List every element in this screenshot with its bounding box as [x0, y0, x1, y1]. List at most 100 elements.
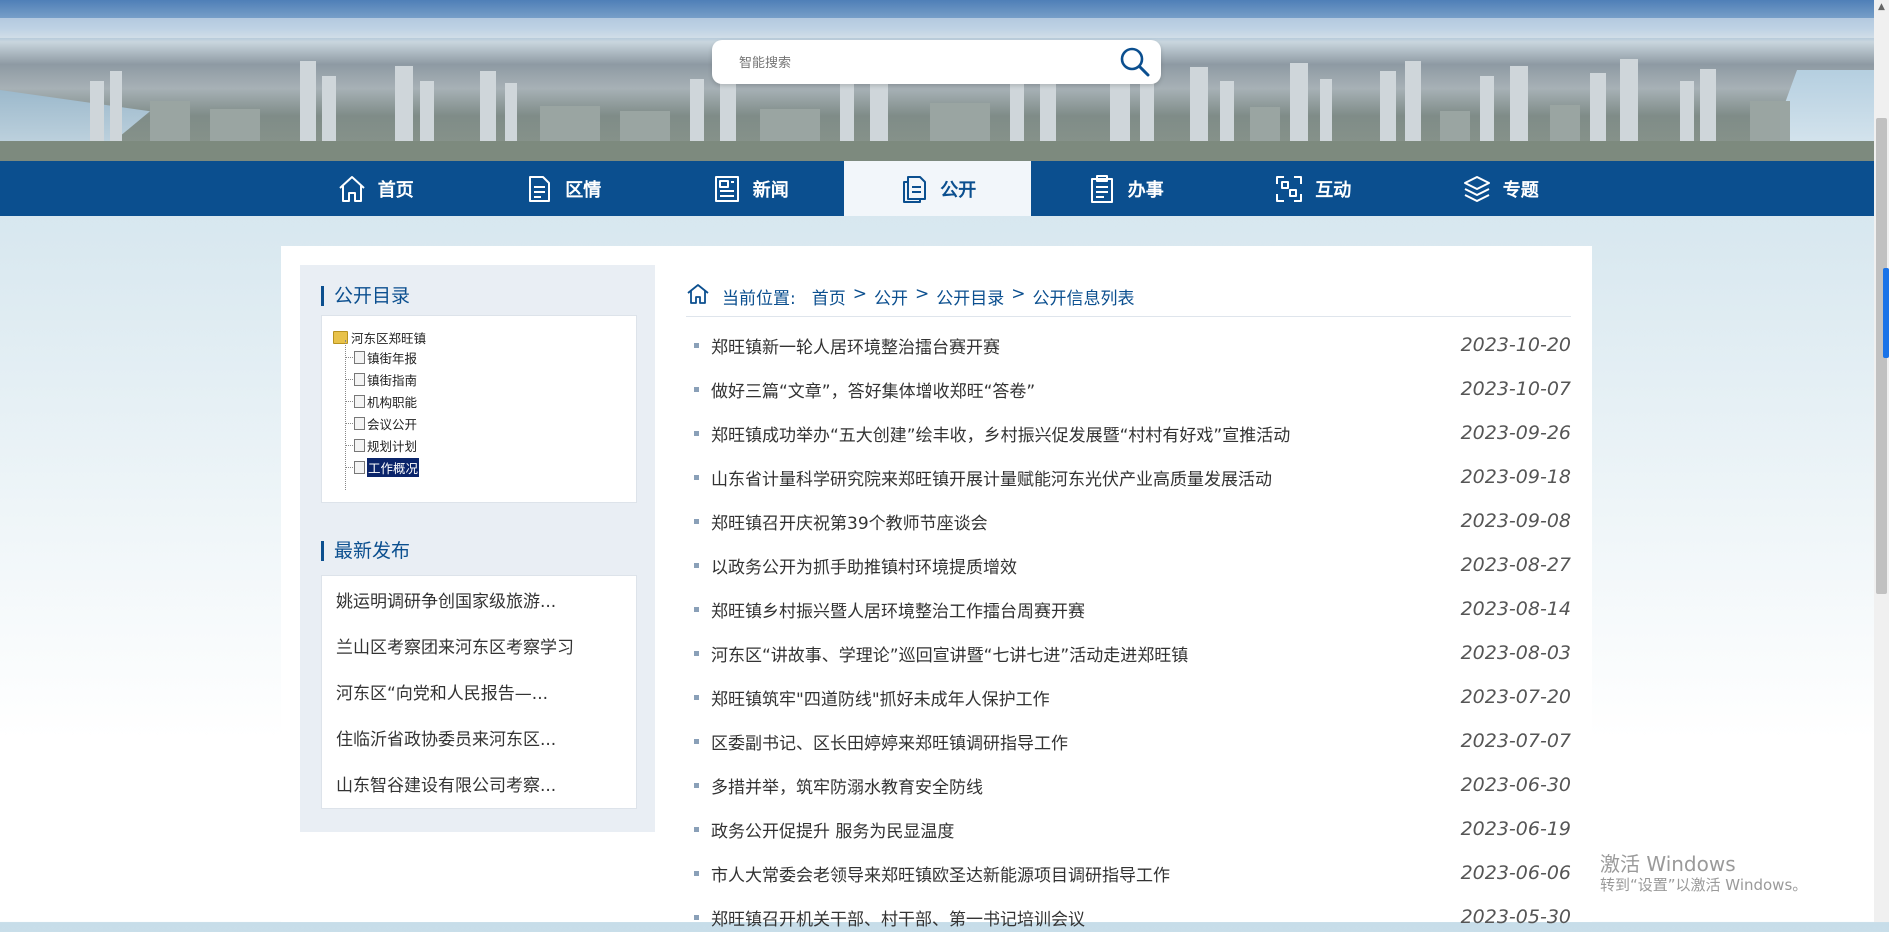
newspaper-icon	[714, 175, 739, 202]
article-date: 2023-09-26	[1460, 422, 1571, 444]
page-icon	[354, 439, 365, 452]
article-row[interactable]: 河东区“讲故事、学理论”巡回宣讲暨“七讲七进”活动走进郑旺镇 2023-08-03	[686, 638, 1571, 668]
breadcrumb-separator: >	[1011, 284, 1026, 304]
home-icon	[339, 175, 365, 202]
tree-item-planning[interactable]: 规划计划	[345, 436, 417, 455]
file-copy-icon	[903, 175, 927, 203]
scan-icon	[1276, 175, 1303, 202]
nav-label: 办事	[1127, 179, 1164, 201]
breadcrumb-label: 当前位置:	[722, 289, 796, 309]
article-date: 2023-10-07	[1460, 378, 1571, 400]
tree-root[interactable]: 河东区郑旺镇	[333, 328, 426, 347]
article-title: 郑旺镇乡村振兴暨人居环境整治工作擂台周赛开赛	[711, 601, 1085, 622]
article-date: 2023-07-20	[1460, 686, 1571, 708]
article-title: 河东区“讲故事、学理论”巡回宣讲暨“七讲七进”活动走进郑旺镇	[711, 645, 1189, 666]
article-date: 2023-06-30	[1460, 774, 1571, 796]
article-title: 郑旺镇新一轮人居环境整治擂台赛开赛	[711, 337, 1000, 358]
page-icon	[354, 351, 365, 364]
tree-item-work-overview[interactable]: 工作概况	[345, 458, 420, 477]
article-title: 市人大常委会老领导来郑旺镇欧圣达新能源项目调研指导工作	[711, 865, 1170, 886]
nav-item-services[interactable]: 办事	[1031, 161, 1219, 216]
breadcrumb-home[interactable]: 首页	[812, 284, 846, 309]
article-title: 郑旺镇筑牢"四道防线"抓好未成年人保护工作	[711, 689, 1050, 710]
scroll-up-arrow-icon[interactable]: ▲	[1874, 0, 1889, 15]
page-icon	[354, 461, 365, 474]
layers-icon	[1463, 175, 1490, 202]
article-date: 2023-08-14	[1460, 598, 1571, 620]
nav-item-topics[interactable]: 专题	[1406, 161, 1594, 216]
article-row[interactable]: 郑旺镇新一轮人居环境整治擂台赛开赛 2023-10-20	[686, 330, 1571, 360]
article-date: 2023-09-08	[1460, 510, 1571, 532]
main-nav: 首页 区情 新闻 公开 办事 互动 专题	[0, 161, 1874, 216]
tree-root-label: 河东区郑旺镇	[351, 331, 427, 346]
breadcrumb-separator: >	[852, 284, 867, 304]
page-icon	[354, 373, 365, 386]
clipboard-icon	[1090, 174, 1113, 203]
latest-item[interactable]: 兰山区考察团来河东区考察学习	[336, 633, 574, 658]
article-row[interactable]: 山东省计量科学研究院来郑旺镇开展计量赋能河东光伏产业高质量发展活动 2023-09…	[686, 462, 1571, 492]
breadcrumb-separator: >	[914, 284, 930, 304]
latest-item[interactable]: 住临沂省政协委员来河东区...	[336, 725, 556, 750]
article-row[interactable]: 多措并举，筑牢防溺水教育安全防线 2023-06-30	[686, 770, 1571, 800]
document-icon	[529, 175, 551, 202]
article-date: 2023-08-03	[1460, 642, 1571, 664]
page-icon	[354, 417, 365, 430]
article-title: 多措并举，筑牢防溺水教育安全防线	[711, 777, 983, 798]
article-date: 2023-06-06	[1460, 862, 1571, 884]
nav-item-open[interactable]: 公开	[843, 161, 1031, 216]
nav-label: 新闻	[752, 179, 789, 201]
article-title: 区委副书记、区长田婷婷来郑旺镇调研指导工作	[711, 733, 1068, 754]
nav-item-interaction[interactable]: 互动	[1219, 161, 1407, 216]
latest-item[interactable]: 山东智谷建设有限公司考察...	[336, 771, 556, 796]
page-scrollbar[interactable]: ▲	[1874, 0, 1889, 922]
nav-item-district[interactable]: 区情	[469, 161, 657, 216]
latest-list: 姚运明调研争创国家级旅游... 兰山区考察团来河东区考察学习 河东区“向党和人民…	[321, 575, 637, 809]
windows-activation-hint: 转到“设置”以激活 Windows。	[1600, 876, 1808, 894]
breadcrumb: 当前位置: 首页 > 公开 > 公开目录 > 公开信息列表	[686, 284, 1571, 317]
home-icon	[687, 284, 709, 304]
latest-title: 最新发布	[321, 541, 410, 561]
article-title: 以政务公开为抓手助推镇村环境提质增效	[711, 557, 1017, 578]
sidebar: 公开目录 河东区郑旺镇 镇街年报 镇街指南 机构职能 会议公开 规划计划 工作概…	[300, 265, 655, 832]
tree-item-guide[interactable]: 镇街指南	[345, 370, 417, 389]
article-title: 山东省计量科学研究院来郑旺镇开展计量赋能河东光伏产业高质量发展活动	[711, 469, 1272, 490]
latest-item[interactable]: 姚运明调研争创国家级旅游...	[336, 587, 556, 612]
scroll-position-marker	[1883, 268, 1889, 358]
nav-label: 首页	[377, 179, 414, 201]
article-row[interactable]: 政务公开促提升 服务为民显温度 2023-06-19	[686, 814, 1571, 844]
article-title: 政务公开促提升 服务为民显温度	[711, 821, 955, 842]
article-title: 郑旺镇成功举办“五大创建”绘丰收，乡村振兴促发展暨“村村有好戏”宣推活动	[711, 425, 1291, 446]
tree-item-annual-report[interactable]: 镇街年报	[345, 348, 417, 367]
article-row[interactable]: 市人大常委会老领导来郑旺镇欧圣达新能源项目调研指导工作 2023-06-06	[686, 858, 1571, 888]
main-content: 公开目录 河东区郑旺镇 镇街年报 镇街指南 机构职能 会议公开 规划计划 工作概…	[281, 246, 1592, 930]
article-date: 2023-06-19	[1460, 818, 1571, 840]
breadcrumb-list[interactable]: 公开信息列表	[1032, 284, 1134, 309]
article-row[interactable]: 郑旺镇召开机关干部、村干部、第一书记培训会议 2023-05-30	[686, 902, 1571, 932]
article-row[interactable]: 郑旺镇成功举办“五大创建”绘丰收，乡村振兴促发展暨“村村有好戏”宣推活动 2023…	[686, 418, 1571, 448]
nav-label: 专题	[1502, 179, 1539, 201]
article-date: 2023-09-18	[1460, 466, 1571, 488]
article-row[interactable]: 做好三篇“文章”，答好集体增收郑旺“答卷” 2023-10-07	[686, 374, 1571, 404]
breadcrumb-open[interactable]: 公开	[874, 284, 908, 309]
article-date: 2023-08-27	[1460, 554, 1571, 576]
article-row[interactable]: 以政务公开为抓手助推镇村环境提质增效 2023-08-27	[686, 550, 1571, 580]
search-box	[712, 40, 1161, 86]
article-row[interactable]: 郑旺镇召开庆祝第39个教师节座谈会 2023-09-08	[686, 506, 1571, 536]
latest-item[interactable]: 河东区“向党和人民报告—...	[336, 679, 548, 704]
search-input[interactable]	[737, 40, 1111, 86]
tree-item-functions[interactable]: 机构职能	[345, 392, 417, 411]
banner-city-image	[0, 0, 1874, 161]
article-row[interactable]: 区委副书记、区长田婷婷来郑旺镇调研指导工作 2023-07-07	[686, 726, 1571, 756]
windows-activation-title: 激活 Windows	[1600, 852, 1736, 876]
nav-item-home[interactable]: 首页	[281, 161, 469, 216]
article-title: 郑旺镇召开机关干部、村干部、第一书记培训会议	[711, 909, 1085, 930]
nav-label: 公开	[940, 179, 977, 201]
article-date: 2023-05-30	[1460, 906, 1571, 928]
article-row[interactable]: 郑旺镇筑牢"四道防线"抓好未成年人保护工作 2023-07-20	[686, 682, 1571, 712]
catalog-title: 公开目录	[321, 286, 410, 306]
breadcrumb-catalog[interactable]: 公开目录	[936, 284, 1004, 309]
nav-item-news[interactable]: 新闻	[656, 161, 844, 216]
article-row[interactable]: 郑旺镇乡村振兴暨人居环境整治工作擂台周赛开赛 2023-08-14	[686, 594, 1571, 624]
search-icon[interactable]	[1117, 44, 1153, 80]
tree-item-meetings[interactable]: 会议公开	[345, 414, 417, 433]
